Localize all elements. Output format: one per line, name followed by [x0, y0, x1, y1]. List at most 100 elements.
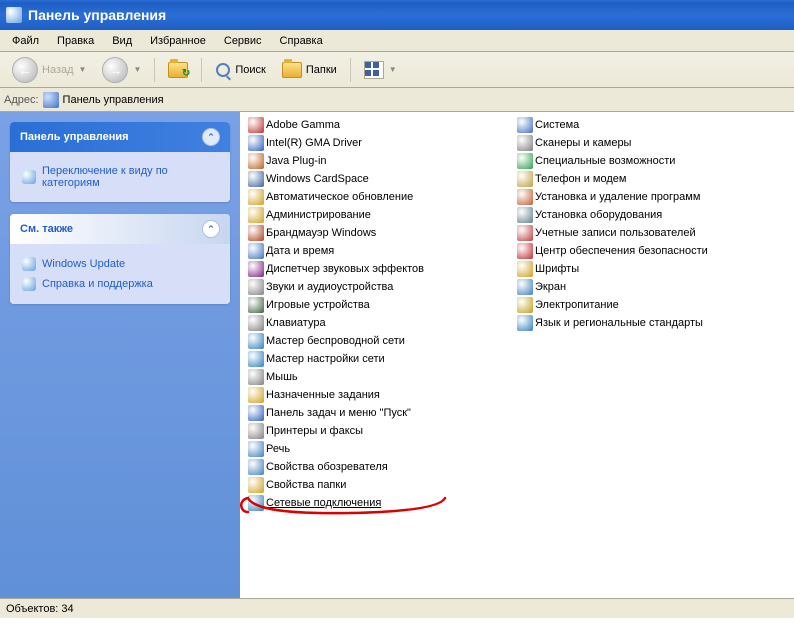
menubar: Файл Правка Вид Избранное Сервис Справка: [0, 30, 794, 52]
cp-item-label: Игровые устройства: [266, 299, 370, 311]
cp-item[interactable]: Специальные возможности: [517, 152, 786, 170]
cp-item[interactable]: Сканеры и камеры: [517, 134, 786, 152]
cp-item[interactable]: Клавиатура: [248, 314, 517, 332]
cp-item[interactable]: Назначенные задания: [248, 386, 517, 404]
cp-item[interactable]: Электропитание: [517, 296, 786, 314]
link-icon: [22, 277, 36, 291]
cp-item[interactable]: Свойства обозревателя: [248, 458, 517, 476]
titlebar: Панель управления: [0, 0, 794, 30]
cp-item-label: Intel(R) GMA Driver: [266, 137, 362, 149]
folder-icon: [282, 62, 302, 78]
cp-item-icon: [248, 297, 264, 313]
cp-item[interactable]: Автоматическое обновление: [248, 188, 517, 206]
back-button[interactable]: ← Назад ▼: [6, 55, 92, 85]
menu-tools[interactable]: Сервис: [216, 33, 270, 49]
search-label: Поиск: [235, 64, 265, 76]
cp-item[interactable]: Система: [517, 116, 786, 134]
menu-favorites[interactable]: Избранное: [142, 33, 214, 49]
up-button[interactable]: [162, 60, 194, 80]
content-area: Панель управления ⌃ Переключение к виду по…: [0, 112, 794, 598]
cp-item-label: Автоматическое обновление: [266, 191, 413, 203]
folders-button[interactable]: Папки: [276, 60, 343, 80]
sidebar-link[interactable]: Справка и поддержка: [22, 274, 218, 294]
cp-item-icon: [517, 315, 533, 331]
sidebar-link-label: Справка и поддержка: [42, 278, 153, 290]
cp-item[interactable]: Принтеры и факсы: [248, 422, 517, 440]
cp-item[interactable]: Брандмауэр Windows: [248, 224, 517, 242]
cp-item-label: Электропитание: [535, 299, 619, 311]
folders-label: Папки: [306, 64, 337, 76]
cp-item[interactable]: Учетные записи пользователей: [517, 224, 786, 242]
menu-edit[interactable]: Правка: [49, 33, 102, 49]
cp-item-icon: [248, 441, 264, 457]
collapse-icon[interactable]: ⌃: [202, 220, 220, 238]
cp-item[interactable]: Intel(R) GMA Driver: [248, 134, 517, 152]
side-panel-title: Панель управления: [20, 131, 129, 143]
cp-item-icon: [248, 333, 264, 349]
side-panel-header[interactable]: См. также ⌃: [10, 214, 230, 244]
views-button[interactable]: ▼: [358, 59, 403, 81]
sidebar-link[interactable]: Windows Update: [22, 254, 218, 274]
control-panel-icon: [43, 92, 59, 108]
cp-item[interactable]: Администрирование: [248, 206, 517, 224]
cp-item[interactable]: Java Plug-in: [248, 152, 517, 170]
collapse-icon[interactable]: ⌃: [202, 128, 220, 146]
separator: [350, 58, 351, 82]
sidebar-link[interactable]: Переключение к виду по категориям: [22, 162, 218, 192]
cp-item-label: Панель задач и меню "Пуск": [266, 407, 411, 419]
cp-item[interactable]: Центр обеспечения безопасности: [517, 242, 786, 260]
cp-item-label: Звуки и аудиоустройства: [266, 281, 393, 293]
cp-item-icon: [248, 135, 264, 151]
list-column: Adobe Gamma Intel(R) GMA Driver Java Plug-…: [248, 116, 517, 594]
cp-item-icon: [248, 279, 264, 295]
search-button[interactable]: Поиск: [209, 60, 271, 80]
cp-item[interactable]: Шрифты: [517, 260, 786, 278]
cp-item-icon: [517, 135, 533, 151]
cp-item[interactable]: Язык и региональные стандарты: [517, 314, 786, 332]
cp-item[interactable]: Дата и время: [248, 242, 517, 260]
address-label: Адрес:: [4, 94, 39, 106]
menu-view[interactable]: Вид: [104, 33, 140, 49]
list-column: Система Сканеры и камеры Специальные возмо…: [517, 116, 786, 594]
cp-item[interactable]: Adobe Gamma: [248, 116, 517, 134]
toolbar: ← Назад ▼ → ▼ Поиск Папки ▼: [0, 52, 794, 88]
forward-icon: →: [102, 57, 128, 83]
side-panel-header[interactable]: Панель управления ⌃: [10, 122, 230, 152]
cp-item-icon: [517, 171, 533, 187]
side-panel-body: Переключение к виду по категориям: [10, 152, 230, 202]
cp-item[interactable]: Телефон и модем: [517, 170, 786, 188]
cp-item-label: Сканеры и камеры: [535, 137, 631, 149]
cp-item[interactable]: Звуки и аудиоустройства: [248, 278, 517, 296]
cp-item[interactable]: Сетевые подключения: [248, 494, 517, 512]
cp-item[interactable]: Мастер настройки сети: [248, 350, 517, 368]
cp-item[interactable]: Экран: [517, 278, 786, 296]
cp-item-icon: [248, 207, 264, 223]
cp-item[interactable]: Мастер беспроводной сети: [248, 332, 517, 350]
cp-item-label: Администрирование: [266, 209, 371, 221]
cp-item[interactable]: Установка и удаление программ: [517, 188, 786, 206]
cp-item[interactable]: Диспетчер звуковых эффектов: [248, 260, 517, 278]
menu-file[interactable]: Файл: [4, 33, 47, 49]
side-panel: Панель управления ⌃ Переключение к виду по…: [10, 122, 230, 202]
forward-button[interactable]: → ▼: [96, 55, 147, 85]
cp-item[interactable]: Windows CardSpace: [248, 170, 517, 188]
cp-item-icon: [248, 225, 264, 241]
cp-item[interactable]: Игровые устройства: [248, 296, 517, 314]
cp-item-label: Центр обеспечения безопасности: [535, 245, 708, 257]
cp-item-icon: [517, 279, 533, 295]
cp-item[interactable]: Мышь: [248, 368, 517, 386]
cp-item[interactable]: Панель задач и меню "Пуск": [248, 404, 517, 422]
cp-item-label: Клавиатура: [266, 317, 326, 329]
cp-item[interactable]: Установка оборудования: [517, 206, 786, 224]
cp-item[interactable]: Свойства папки: [248, 476, 517, 494]
cp-item-label: Специальные возможности: [535, 155, 675, 167]
cp-item-icon: [248, 153, 264, 169]
cp-item-icon: [248, 387, 264, 403]
window-title: Панель управления: [28, 7, 166, 23]
cp-item-label: Java Plug-in: [266, 155, 327, 167]
cp-item[interactable]: Речь: [248, 440, 517, 458]
views-icon: [364, 61, 384, 79]
address-box[interactable]: Панель управления: [43, 92, 790, 108]
menu-help[interactable]: Справка: [272, 33, 331, 49]
side-panel-title: См. также: [20, 223, 73, 235]
